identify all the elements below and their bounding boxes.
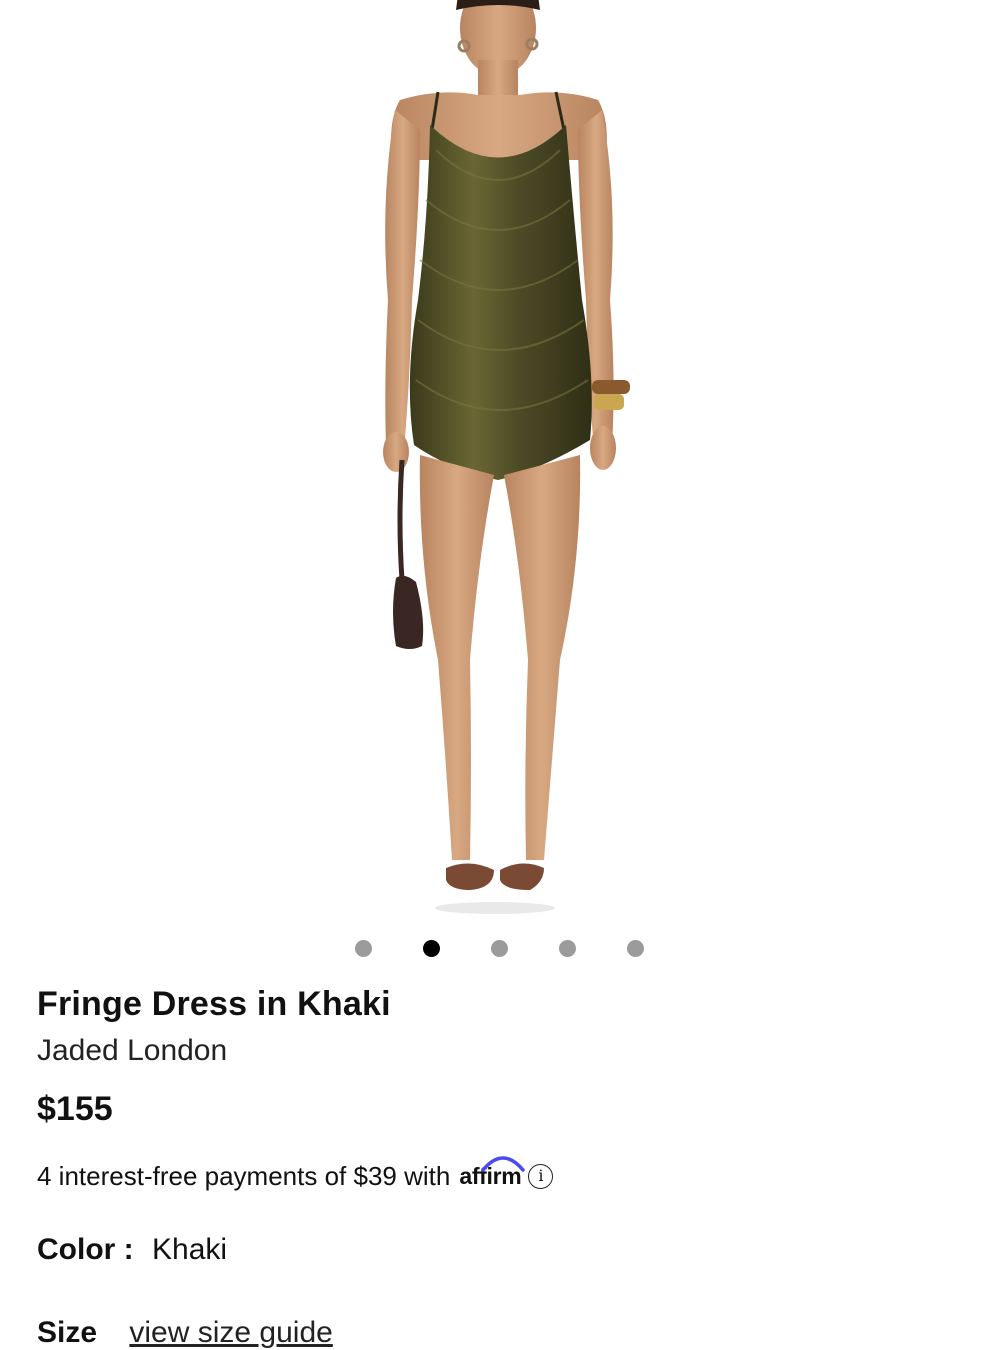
shoe-left <box>446 863 494 890</box>
product-price: $155 <box>37 1090 113 1128</box>
carousel-dot-1[interactable] <box>355 940 372 957</box>
bracelet-icon <box>592 380 630 394</box>
fringe-dress <box>409 125 592 480</box>
color-value: Khaki <box>152 1233 228 1266</box>
size-selector: Size view size guide <box>37 1316 333 1350</box>
affirm-arc-icon <box>481 1155 526 1172</box>
product-title: Fringe Dress in Khaki <box>37 985 391 1023</box>
carousel-dot-5[interactable] <box>627 940 644 957</box>
installments-text: 4 interest-free payments of $39 with <box>37 1160 451 1191</box>
cuff-icon <box>594 394 624 410</box>
color-label: Color : <box>37 1233 134 1266</box>
carousel-dot-4[interactable] <box>559 940 576 957</box>
color-selector: Color : Khaki <box>37 1233 227 1267</box>
bag-strap <box>397 459 405 581</box>
carousel-pagination <box>0 940 1000 958</box>
floor-shadow <box>435 902 555 914</box>
info-icon[interactable]: i <box>528 1163 554 1189</box>
model-shoulders <box>391 92 607 160</box>
carousel-dot-3[interactable] <box>491 940 508 957</box>
shoe-right <box>500 863 544 890</box>
model-left-leg <box>419 455 494 860</box>
product-brand[interactable]: Jaded London <box>37 1034 227 1068</box>
affirm-logo[interactable]: affirm <box>459 1155 526 1190</box>
product-photo <box>383 0 630 914</box>
installment-info: 4 interest-free payments of $39 with aff… <box>37 1155 554 1194</box>
handbag-icon <box>393 575 424 649</box>
model-left-hand <box>383 432 409 472</box>
model-right-hand <box>590 426 616 470</box>
carousel-dot-2-active[interactable] <box>423 940 440 957</box>
product-image-carousel[interactable] <box>0 0 1000 920</box>
model-right-leg <box>504 455 581 860</box>
